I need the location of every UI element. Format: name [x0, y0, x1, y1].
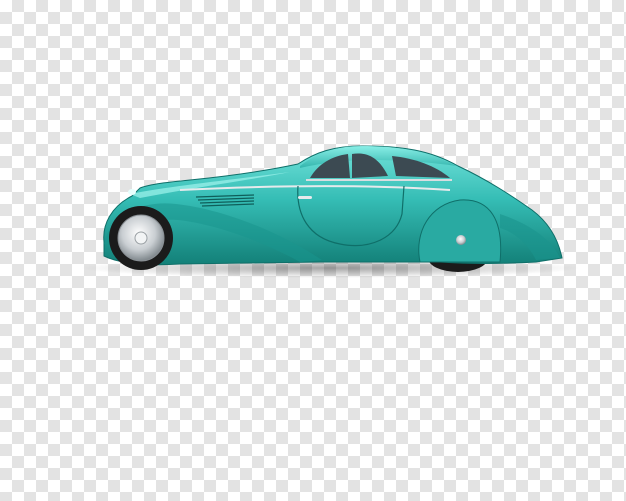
headlight [128, 189, 136, 195]
door-handle [298, 196, 312, 199]
skirt-cap [456, 235, 466, 245]
front-hub-center [134, 231, 148, 245]
transparent-background [0, 0, 626, 501]
car-illustration [80, 145, 580, 278]
